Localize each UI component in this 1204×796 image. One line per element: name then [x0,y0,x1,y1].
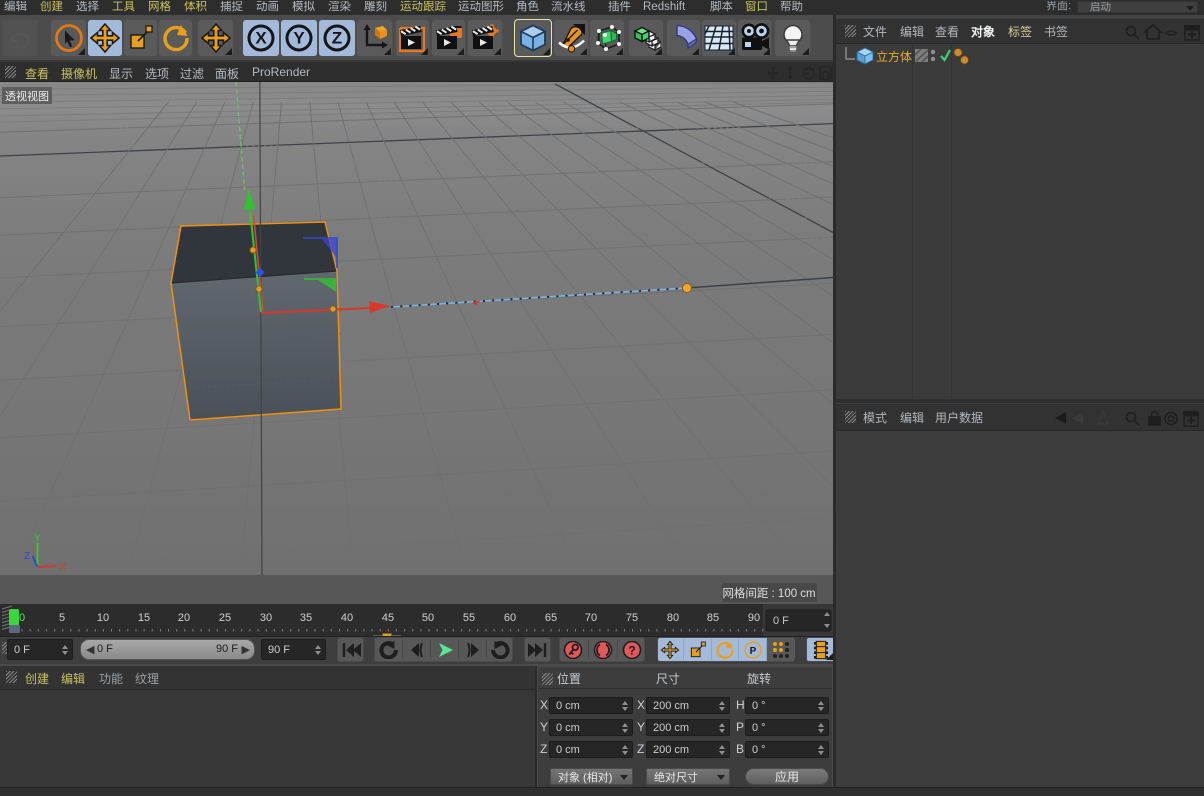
svg-text:Y: Y [34,533,41,544]
svg-text:30: 30 [260,612,272,624]
svg-text:5: 5 [59,612,65,624]
svg-text:20: 20 [178,612,190,624]
svg-text:75: 75 [626,612,638,624]
svg-text:55: 55 [463,612,475,624]
svg-text:65: 65 [545,612,557,624]
svg-text:X: X [255,29,267,48]
svg-text:Z: Z [24,551,30,562]
svg-text:35: 35 [300,612,312,624]
svg-text:0 F: 0 F [773,615,789,627]
svg-text:80: 80 [667,612,679,624]
svg-text:40: 40 [341,612,353,624]
svg-text:Z: Z [332,29,342,48]
svg-text:50: 50 [422,612,434,624]
svg-text:立方体: 立方体 [876,49,912,64]
svg-text:60: 60 [504,612,516,624]
svg-text:15: 15 [138,612,150,624]
svg-text:P: P [749,646,756,657]
svg-text:85: 85 [707,612,719,624]
svg-text:透视视图: 透视视图 [5,89,49,103]
svg-text:网格间距 : 100 cm: 网格间距 : 100 cm [722,586,815,600]
svg-text:90: 90 [748,612,760,624]
svg-text:25: 25 [219,612,231,624]
svg-text:?: ? [628,643,635,657]
svg-text:10: 10 [97,612,109,624]
svg-text:Y: Y [293,29,305,48]
svg-text:0: 0 [19,612,25,624]
svg-text:70: 70 [585,612,597,624]
svg-text:45: 45 [382,612,394,624]
svg-text:X: X [59,562,66,573]
